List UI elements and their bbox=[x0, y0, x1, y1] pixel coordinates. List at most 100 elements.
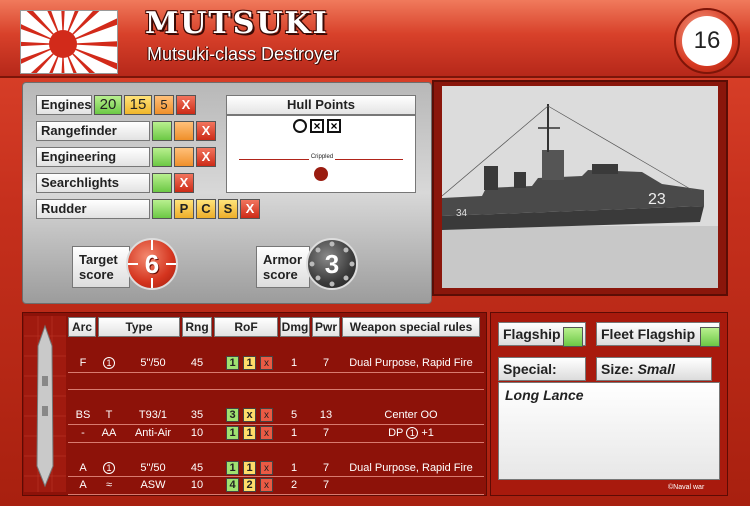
weapon-row: - AA Anti-Air 10 1 1 x 1 7 DP 1 +1 bbox=[70, 425, 482, 442]
damage-box[interactable]: P bbox=[174, 199, 194, 219]
size-field: Size: Small bbox=[596, 357, 712, 381]
target-score-value: 6 bbox=[144, 248, 160, 279]
weapon-damage: 5 bbox=[290, 409, 298, 421]
damage-box[interactable]: 15 bbox=[124, 95, 152, 115]
damage-box[interactable]: 20 bbox=[94, 95, 122, 115]
weapon-range: 10 bbox=[190, 427, 204, 439]
damage-box[interactable]: X bbox=[176, 95, 196, 115]
rof-box[interactable]: 1 bbox=[243, 356, 256, 370]
rof-box[interactable]: x bbox=[260, 478, 273, 492]
special-rules-text: Long Lance bbox=[505, 387, 584, 403]
hull-x-box[interactable]: × bbox=[310, 119, 324, 133]
copyright: ©Naval war bbox=[668, 484, 705, 491]
system-label: Engines bbox=[36, 95, 92, 115]
weapon-special-rules: DP 1 +1 bbox=[388, 427, 434, 439]
crippled-label: Crippled bbox=[308, 154, 336, 160]
row-divider bbox=[68, 372, 484, 373]
photo-hull-number-2: 34 bbox=[456, 208, 468, 219]
rof-box[interactable]: 1 bbox=[243, 426, 256, 440]
special-label: Special: bbox=[498, 357, 586, 381]
weapon-arc: A bbox=[79, 479, 87, 491]
rof-box[interactable]: 3 bbox=[226, 408, 239, 422]
weapon-type-icon: 1 bbox=[96, 355, 122, 372]
weapon-range: 45 bbox=[190, 462, 204, 474]
weapon-special-rules: Dual Purpose, Rapid Fire bbox=[349, 357, 473, 369]
ship-photo: 23 34 bbox=[442, 86, 718, 288]
ship-silhouette-icon bbox=[24, 316, 66, 492]
weapon-row: A ≈ ASW 10 4 2 x 2 7 bbox=[70, 477, 482, 494]
size-label: Size: bbox=[601, 361, 634, 377]
system-label: Rudder bbox=[36, 199, 150, 219]
hull-circle-box[interactable] bbox=[293, 119, 307, 133]
ship-name: MUTSUKI bbox=[145, 6, 329, 41]
weapon-type: 5"/50 bbox=[140, 462, 166, 474]
system-row-rudder: Rudder P C S X bbox=[36, 199, 260, 219]
damage-box[interactable] bbox=[174, 121, 194, 141]
rof-box[interactable]: x bbox=[260, 426, 273, 440]
special-rules-box: Long Lance bbox=[498, 382, 720, 480]
damage-box[interactable]: X bbox=[174, 173, 194, 193]
rof-box[interactable]: x bbox=[260, 408, 273, 422]
rof-box[interactable]: 1 bbox=[226, 461, 239, 475]
hull-points-track: × × Crippled bbox=[226, 115, 416, 193]
rof-box[interactable]: x bbox=[260, 461, 273, 475]
weapon-header: Pwr bbox=[312, 317, 340, 337]
points-badge: 16 bbox=[674, 8, 740, 74]
weapon-type: ASW bbox=[140, 479, 166, 491]
damage-box[interactable] bbox=[174, 147, 194, 167]
photo-hull-number: 23 bbox=[648, 191, 666, 208]
weapon-arc: - bbox=[81, 427, 85, 439]
row-divider bbox=[68, 389, 484, 390]
card-header: MUTSUKI Mutsuki-class Destroyer 16 bbox=[0, 0, 750, 78]
weapon-header: RoF bbox=[214, 317, 278, 337]
damage-box[interactable] bbox=[152, 199, 172, 219]
weapon-special-rules: Center OO bbox=[384, 409, 438, 421]
rof-box[interactable]: 1 bbox=[226, 356, 239, 370]
rof-box[interactable]: x bbox=[243, 408, 256, 422]
weapon-power: 13 bbox=[319, 409, 333, 421]
rof-box[interactable]: x bbox=[260, 356, 273, 370]
armor-score-label: Armor score bbox=[256, 246, 310, 288]
rising-sun-flag-icon bbox=[20, 10, 118, 74]
weapon-arc: F bbox=[79, 357, 87, 369]
weapon-damage: 1 bbox=[290, 427, 298, 439]
weapon-power: 7 bbox=[322, 462, 330, 474]
weapon-row: F 1 5"/50 45 1 1 x 1 7 Dual Purpose, Rapid Fire bbox=[70, 355, 482, 372]
damage-box[interactable]: X bbox=[196, 121, 216, 141]
armor-score-icon: 3 bbox=[306, 238, 358, 290]
damage-box[interactable] bbox=[152, 147, 172, 167]
rof-box[interactable]: 1 bbox=[226, 426, 239, 440]
rof-box[interactable]: 1 bbox=[243, 461, 256, 475]
damage-box[interactable]: C bbox=[196, 199, 216, 219]
system-label: Engineering bbox=[36, 147, 150, 167]
system-label: Searchlights bbox=[36, 173, 150, 193]
system-row-engineering: Engineering X bbox=[36, 147, 216, 167]
weapon-header: Weapon special rules bbox=[342, 317, 480, 337]
hull-x-box[interactable]: × bbox=[327, 119, 341, 133]
weapon-arc: A bbox=[79, 462, 87, 474]
points-value: 16 bbox=[682, 16, 732, 66]
rof-box[interactable]: 4 bbox=[226, 478, 239, 492]
weapon-type: 5"/50 bbox=[140, 357, 166, 369]
flagship-checkbox[interactable] bbox=[563, 327, 583, 347]
weapon-arc: BS bbox=[75, 409, 91, 421]
size-value: Small bbox=[637, 361, 675, 377]
weapon-power: 7 bbox=[322, 479, 330, 491]
damage-box[interactable]: X bbox=[240, 199, 260, 219]
weapon-damage: 1 bbox=[290, 357, 298, 369]
weapon-special-rules: Dual Purpose, Rapid Fire bbox=[349, 462, 473, 474]
row-divider bbox=[68, 442, 484, 443]
damage-box[interactable] bbox=[152, 173, 172, 193]
weapon-power: 7 bbox=[322, 357, 330, 369]
damage-box[interactable] bbox=[152, 121, 172, 141]
fleet-flagship-checkbox[interactable] bbox=[700, 327, 720, 347]
weapon-header: Dmg bbox=[280, 317, 310, 337]
damage-box[interactable]: S bbox=[218, 199, 238, 219]
weapon-range: 45 bbox=[190, 357, 204, 369]
weapon-header: Rng bbox=[182, 317, 212, 337]
damage-box[interactable]: X bbox=[196, 147, 216, 167]
weapon-range: 10 bbox=[190, 479, 204, 491]
rof-box[interactable]: 2 bbox=[243, 478, 256, 492]
damage-box[interactable]: 5 bbox=[154, 95, 174, 115]
weapon-header: Type bbox=[98, 317, 180, 337]
